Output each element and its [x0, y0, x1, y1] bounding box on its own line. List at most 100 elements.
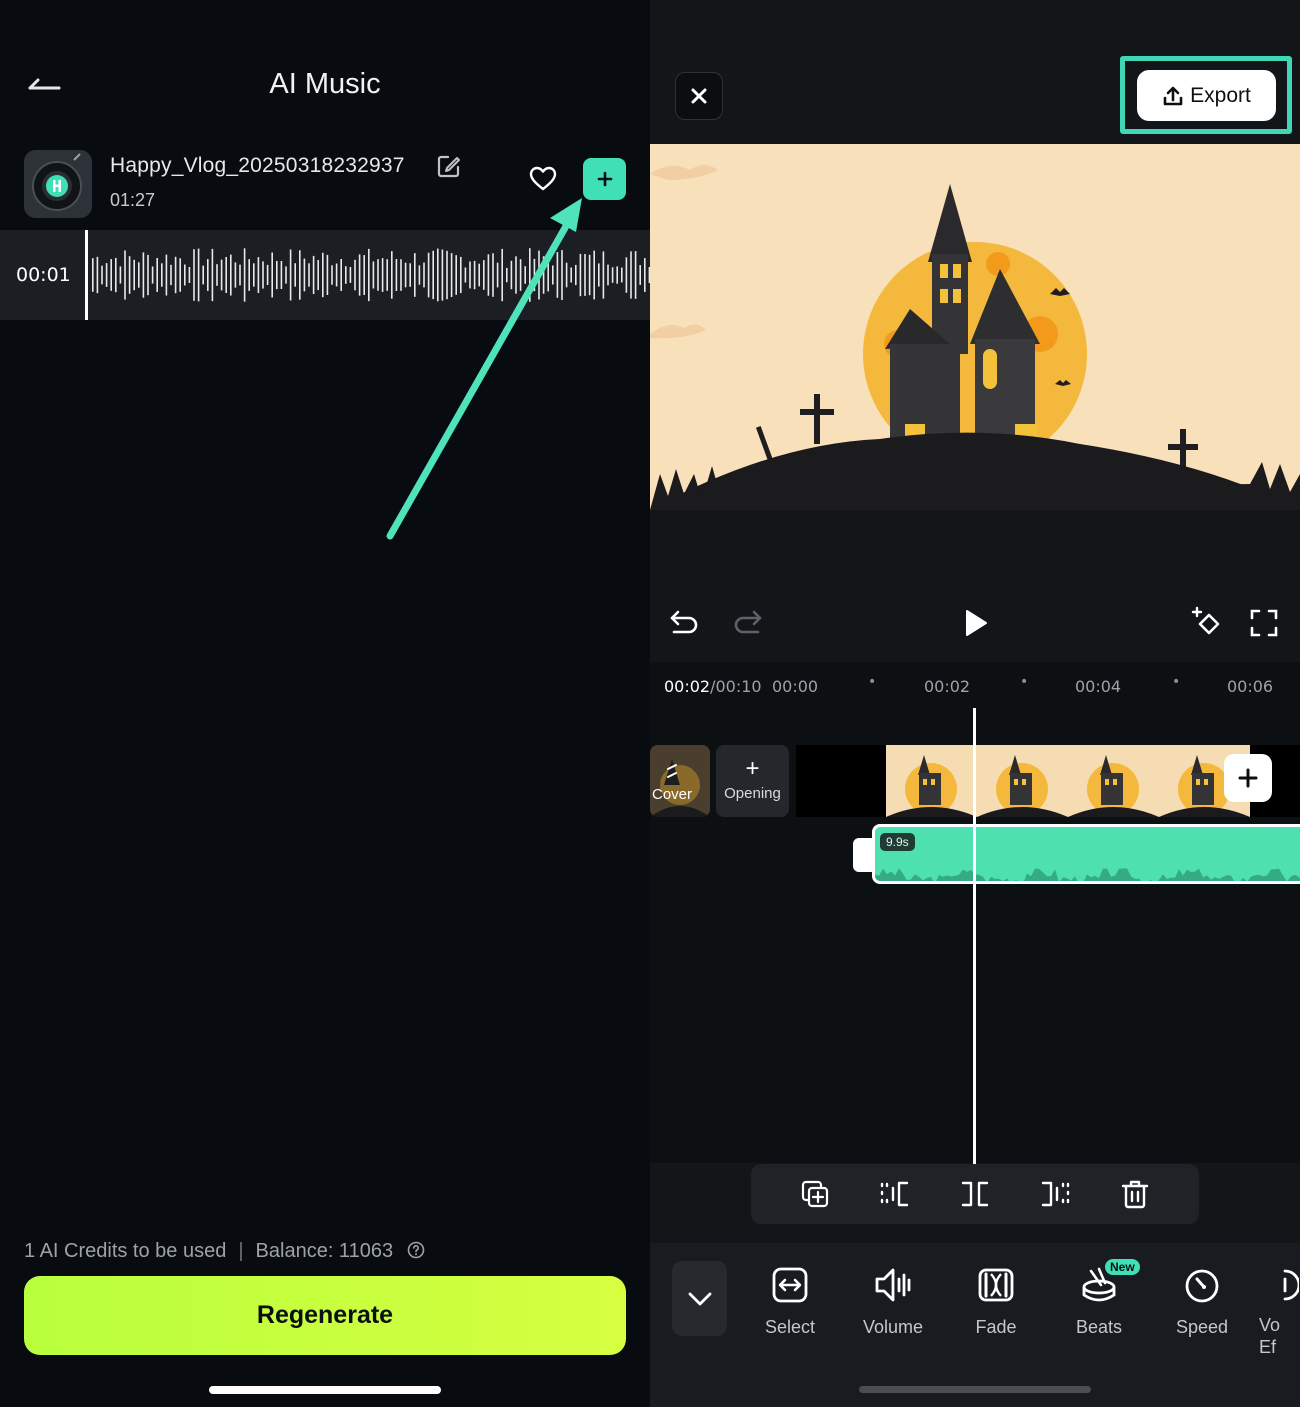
delete-icon[interactable] — [1119, 1178, 1151, 1210]
waveform-bar — [225, 257, 227, 293]
tool-speed[interactable]: Speed — [1156, 1265, 1248, 1338]
plus-icon: + — [745, 755, 760, 782]
home-indicator — [209, 1386, 441, 1394]
waveform-bar — [409, 263, 411, 287]
export-button[interactable]: Export — [1137, 70, 1276, 121]
music-waveform[interactable]: 00:01 — [0, 230, 650, 320]
tool-volume[interactable]: Volume — [847, 1265, 939, 1338]
add-clip-button[interactable] — [1224, 754, 1272, 802]
keyframe-add-icon[interactable] — [1190, 605, 1224, 639]
tool-beats[interactable]: New Beats — [1053, 1259, 1145, 1338]
waveform-bar — [345, 266, 347, 284]
waveform-bar — [588, 254, 591, 296]
ruler-tick-label: 00:04 — [1075, 677, 1122, 696]
tool-voice-effect[interactable]: Vo Ef — [1259, 1265, 1300, 1358]
timeline-playhead[interactable] — [973, 708, 976, 1164]
ruler-dot: • — [868, 674, 877, 690]
timecode-display: 00:02/00:10 — [664, 677, 762, 696]
redo-icon[interactable] — [730, 606, 764, 640]
waveform-bar — [593, 250, 595, 300]
waveform-bar — [354, 259, 356, 291]
waveform-bar — [616, 266, 618, 284]
waveform-bar — [441, 249, 444, 301]
waveform-bar — [294, 263, 296, 287]
waveform-bar — [607, 264, 609, 286]
cover-tile[interactable]: Cover — [650, 745, 710, 817]
waveform-bar — [510, 260, 513, 290]
waveform-bars — [92, 248, 650, 302]
waveform-bar — [133, 259, 135, 291]
credits-balance: Balance: 11063 — [255, 1240, 394, 1262]
edit-name-icon[interactable] — [436, 153, 462, 179]
help-icon[interactable] — [407, 1241, 425, 1259]
waveform-bar — [414, 253, 416, 297]
waveform-bar — [639, 265, 641, 285]
add-music-button[interactable] — [583, 158, 626, 200]
waveform-bar — [496, 262, 499, 288]
ruler-tick-label: 00:00 — [772, 677, 819, 696]
waveform-bar — [630, 251, 632, 299]
video-clip-black[interactable] — [796, 745, 886, 817]
waveform-bar — [161, 263, 163, 287]
waveform-bar — [197, 248, 200, 302]
fullscreen-icon[interactable] — [1247, 606, 1281, 640]
waveform-bar — [248, 259, 250, 291]
ruler-dot: • — [1020, 674, 1029, 690]
tool-label: Speed — [1175, 1317, 1229, 1337]
cover-label: Cover — [652, 786, 693, 803]
fade-icon — [978, 1268, 1014, 1302]
ruler-tick-label: 00:02 — [924, 677, 971, 696]
tool-label: Select — [764, 1317, 816, 1337]
undo-icon[interactable] — [668, 606, 702, 640]
waveform-bar — [308, 263, 310, 287]
waveform-bar — [611, 267, 614, 283]
ruler-dot: • — [1172, 674, 1181, 690]
waveform-bar — [455, 255, 457, 295]
waveform-bar — [207, 259, 209, 291]
video-editor-panel: Export 00:02/00:10 00:00 • 00:02 • 00:04… — [650, 0, 1300, 1407]
editor-topbar: Export — [650, 0, 1300, 144]
waveform-bar — [257, 257, 260, 293]
waveform-bar — [377, 259, 379, 291]
duplicate-icon[interactable] — [799, 1178, 831, 1210]
waveform-playhead[interactable] — [85, 230, 88, 320]
waveform-bar — [174, 256, 177, 294]
waveform-bar — [156, 258, 158, 292]
waveform-bar — [340, 259, 342, 291]
waveform-bar — [584, 254, 586, 296]
waveform-bar — [105, 263, 108, 287]
favorite-heart-icon[interactable] — [528, 164, 558, 194]
video-preview[interactable] — [650, 144, 1300, 510]
waveform-bar — [243, 248, 246, 302]
new-badge: New — [1105, 1259, 1140, 1275]
waveform-bar — [285, 266, 287, 284]
timeline-ruler[interactable]: 00:02/00:10 00:00 • 00:02 • 00:04 • 00:0… — [650, 662, 1300, 708]
opening-tile[interactable]: + Opening — [716, 745, 789, 817]
audio-clip[interactable]: 9.9s — [872, 824, 1300, 884]
trim-start-icon[interactable] — [879, 1178, 911, 1210]
tool-select[interactable]: Select — [744, 1265, 836, 1338]
waveform-bar — [202, 265, 204, 285]
close-button[interactable] — [675, 72, 723, 120]
waveform-bar — [418, 265, 421, 285]
waveform-bar — [271, 252, 273, 298]
waveform-bar — [92, 258, 94, 292]
tool-fade[interactable]: Fade — [950, 1265, 1042, 1338]
play-icon[interactable] — [958, 606, 992, 640]
collapse-toolbar-button[interactable] — [672, 1261, 727, 1336]
regenerate-button[interactable]: Regenerate — [24, 1276, 626, 1355]
waveform-bar — [602, 251, 605, 299]
waveform-bar — [625, 257, 628, 293]
waveform-bar — [289, 249, 292, 301]
music-track-row[interactable]: Happy_Vlog_20250318232937 01:27 — [0, 140, 650, 230]
voice-effect-icon — [1283, 1269, 1299, 1301]
speed-icon — [1185, 1269, 1219, 1303]
trim-end-icon[interactable] — [1039, 1178, 1071, 1210]
waveform-bar — [151, 266, 154, 284]
split-icon[interactable] — [959, 1178, 991, 1210]
waveform-bar — [124, 250, 126, 300]
waveform-bar — [216, 264, 218, 286]
vinyl-disc-icon — [24, 150, 92, 218]
waveform-bar — [101, 265, 103, 285]
video-clip[interactable] — [886, 745, 1250, 817]
